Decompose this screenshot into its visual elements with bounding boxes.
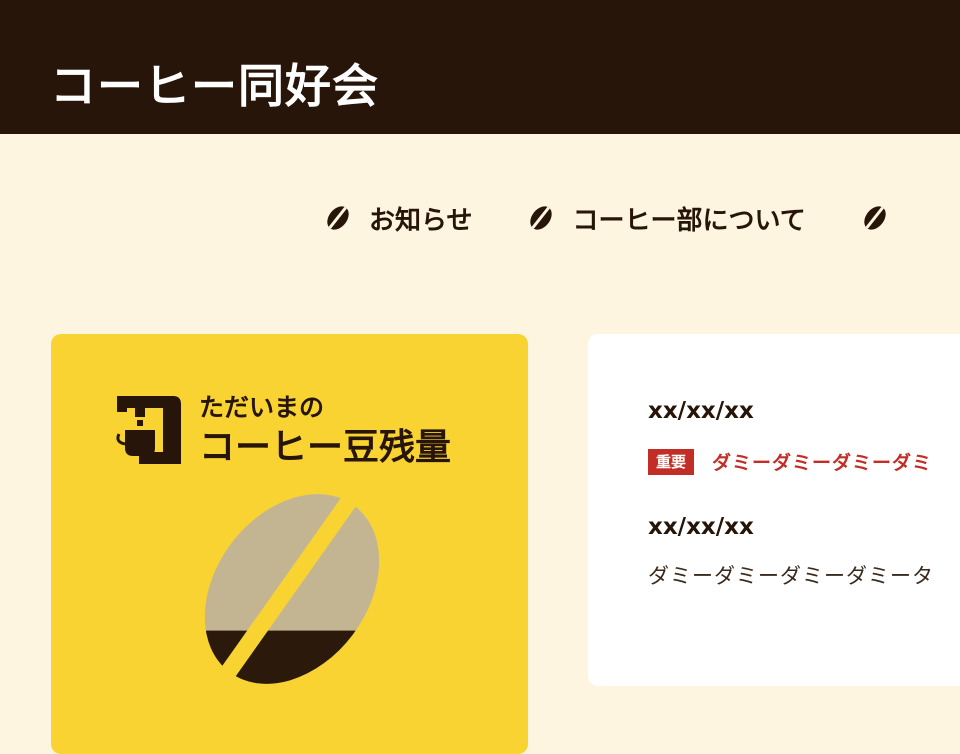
global-nav: お知らせ コーヒー部について	[323, 198, 960, 238]
coffee-remaining-card: ただいまの コーヒー豆残量	[51, 334, 528, 754]
news-date: xx/xx/xx	[648, 398, 754, 424]
coffee-bean-level-gauge	[187, 484, 397, 694]
nav-item-label: お知らせ	[369, 205, 473, 236]
site-title[interactable]: コーヒー同好会	[50, 56, 379, 116]
news-item[interactable]: xx/xx/xx 重要 ダミーダミーダミーダミ	[648, 396, 932, 475]
nav-item-news[interactable]: お知らせ	[323, 200, 472, 237]
remaining-label-line1: ただいまの	[199, 393, 325, 422]
nav-item-label: コーヒー部について	[572, 205, 806, 236]
coffee-machine-icon	[116, 396, 181, 464]
site-header: コーヒー同好会	[0, 0, 960, 134]
coffee-bean-icon	[530, 205, 553, 231]
coffee-bean-icon	[863, 205, 886, 231]
news-title-link[interactable]: ダミーダミーダミーダミータ	[648, 560, 934, 590]
nav-item-more[interactable]	[860, 203, 906, 233]
news-card: xx/xx/xx 重要 ダミーダミーダミーダミ xx/xx/xx ダミーダミーダ…	[588, 334, 960, 686]
coffee-bean-icon	[326, 205, 349, 231]
news-date: xx/xx/xx	[648, 514, 754, 540]
news-item[interactable]: xx/xx/xx ダミーダミーダミーダミータ	[648, 512, 934, 590]
remaining-label-line2: コーヒー豆残量	[199, 427, 452, 468]
nav-item-about[interactable]: コーヒー部について	[526, 200, 806, 237]
important-badge: 重要	[648, 448, 695, 475]
news-title-link[interactable]: ダミーダミーダミーダミ	[712, 448, 932, 475]
